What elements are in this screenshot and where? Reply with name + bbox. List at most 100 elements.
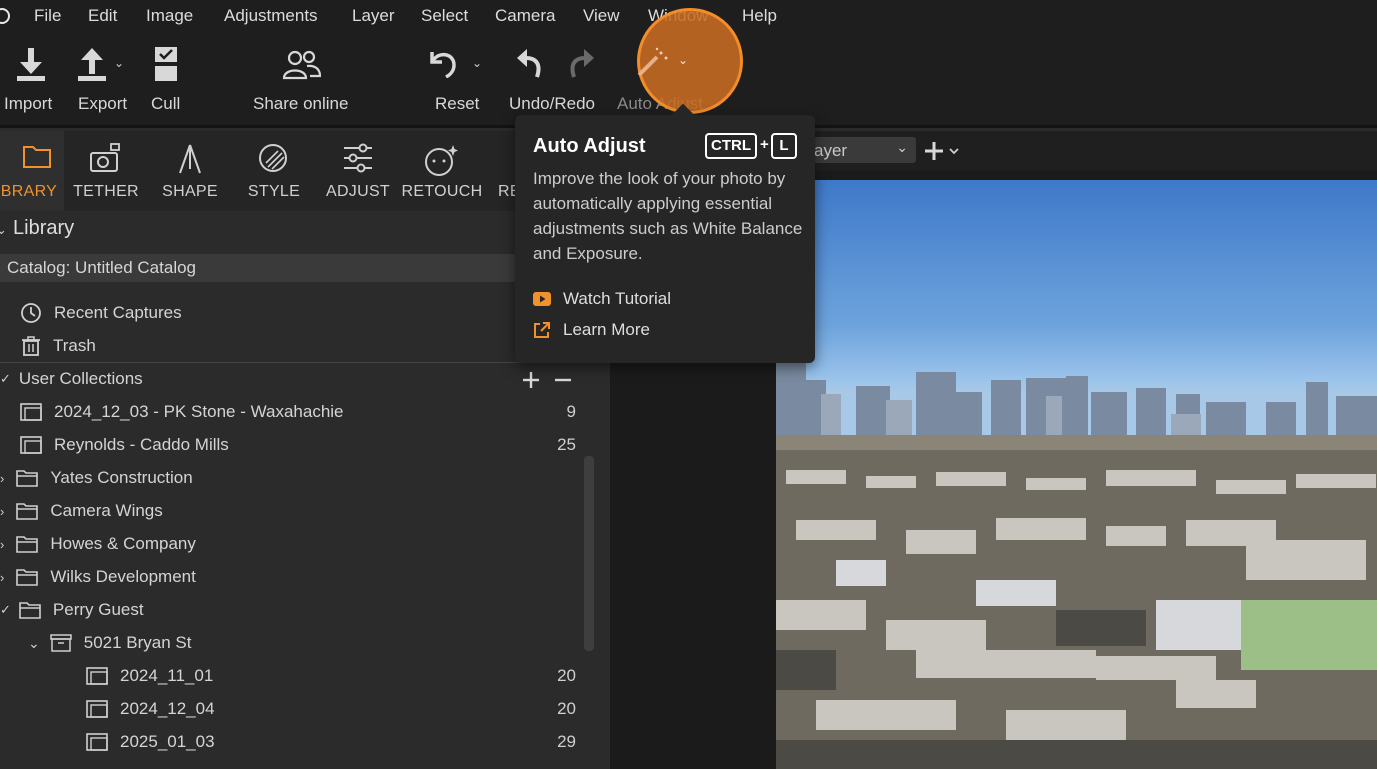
watch-tutorial-label: Watch Tutorial: [563, 289, 672, 308]
auto-adjust-button[interactable]: ⌄: [637, 8, 743, 114]
expand-chevron-down-icon[interactable]: ✓: [0, 602, 11, 618]
menu-layer[interactable]: Layer: [352, 6, 395, 26]
export-chevron-down-icon[interactable]: ⌄: [114, 56, 124, 70]
menu-image[interactable]: Image: [146, 6, 193, 26]
list-item[interactable]: 2025_01_03: [86, 727, 215, 757]
share-online-label: Share online: [253, 94, 349, 113]
external-link-icon: [534, 322, 550, 338]
list-item[interactable]: ⌄ 5021 Bryan St: [28, 628, 191, 658]
shortcut-plus: +: [760, 136, 769, 153]
list-item[interactable]: 2024_11_01: [86, 661, 213, 691]
layer-select[interactable]: ayer ⌄: [800, 137, 916, 163]
photo-preview: [776, 180, 1377, 769]
expand-chevron-right-icon[interactable]: ›: [0, 504, 4, 519]
tooltip-title: Auto Adjust: [533, 135, 646, 157]
tab-adjust-label: ADJUST: [325, 183, 391, 200]
recent-captures-label: Recent Captures: [54, 303, 182, 322]
folder-icon: [23, 146, 51, 168]
list-item[interactable]: Reynolds - Caddo Mills: [20, 430, 229, 460]
list-item-label: 2024_12_03 - PK Stone - Waxahachie: [54, 402, 344, 421]
layer-select-chevron-icon: ⌄: [896, 139, 908, 155]
layer-select-value: ayer: [814, 141, 848, 160]
expand-chevron-right-icon[interactable]: ›: [0, 537, 4, 552]
trash-label: Trash: [53, 336, 96, 355]
list-item-label: Camera Wings: [50, 501, 163, 520]
list-item[interactable]: › Camera Wings: [0, 496, 163, 526]
tab-style[interactable]: STYLE: [232, 131, 316, 211]
watch-tutorial-link[interactable]: Watch Tutorial: [533, 289, 671, 309]
catalog-selector[interactable]: Catalog: Untitled Catalog: [0, 254, 540, 282]
tab-shape[interactable]: SHAPE: [148, 131, 232, 211]
tab-shape-label: SHAPE: [162, 183, 218, 200]
menu-file[interactable]: File: [34, 6, 61, 26]
undo-redo-label: Undo/Redo: [509, 94, 596, 113]
expand-chevron-down-icon[interactable]: ⌄: [28, 635, 40, 652]
menu-edit[interactable]: Edit: [88, 6, 117, 26]
add-layer-icon[interactable]: [924, 141, 964, 161]
city-skyline-image: [776, 362, 1377, 769]
list-item[interactable]: › Yates Construction: [0, 463, 193, 493]
list-item[interactable]: ✓ Perry Guest: [0, 595, 144, 625]
tab-tether[interactable]: TETHER: [64, 131, 148, 211]
shape-icon: [179, 144, 201, 174]
list-item-count: 25: [557, 435, 576, 454]
auto-adjust-tooltip: Auto Adjust CTRL + L Improve the look of…: [515, 103, 815, 363]
user-collections-header[interactable]: ✓ User Collections: [0, 364, 143, 394]
folder-icon: [19, 602, 41, 619]
list-item-label: Perry Guest: [52, 600, 144, 619]
tab-adjust[interactable]: ADJUST: [316, 131, 400, 211]
cull-label: Cull: [151, 94, 181, 113]
auto-adjust-chevron-down-icon[interactable]: ⌄: [678, 53, 688, 67]
tab-library-label: LIBRARY: [0, 183, 58, 200]
expand-chevron-right-icon[interactable]: ›: [0, 471, 4, 486]
menu-adjustments[interactable]: Adjustments: [224, 6, 318, 26]
list-item-label: 5021 Bryan St: [83, 633, 192, 652]
list-item-label: 2024_12_04: [120, 699, 215, 718]
list-item-count: 20: [557, 666, 576, 685]
add-collection-icon[interactable]: [522, 371, 540, 389]
sliders-icon: [344, 143, 372, 173]
magic-wand-icon: [637, 47, 668, 77]
retouch-face-icon: [425, 145, 458, 176]
shortcut-key-l: L: [771, 133, 797, 159]
collection-icon: [86, 733, 108, 751]
menu-help[interactable]: Help: [742, 6, 777, 26]
menu-view[interactable]: View: [583, 6, 620, 26]
trash-item[interactable]: Trash: [21, 331, 96, 361]
list-item[interactable]: 2024_12_03 - PK Stone - Waxahachie: [20, 397, 344, 427]
tab-retouch[interactable]: RETOUCH: [400, 131, 484, 211]
tab-tether-label: TETHER: [73, 183, 139, 200]
menu-camera[interactable]: Camera: [495, 6, 555, 26]
collection-icon: [20, 403, 42, 421]
list-item-count: 9: [566, 402, 576, 421]
import-label: Import: [4, 94, 53, 113]
trash-icon: [22, 336, 40, 356]
list-item-label: Yates Construction: [50, 468, 193, 487]
export-label: Export: [78, 94, 128, 113]
learn-more-link[interactable]: Learn More: [533, 320, 650, 340]
menu-select[interactable]: Select: [421, 6, 468, 26]
remove-collection-icon[interactable]: [554, 371, 572, 389]
list-item-label: Reynolds - Caddo Mills: [54, 435, 229, 454]
shortcut-key-ctrl: CTRL: [705, 133, 757, 159]
tab-library[interactable]: LIBRARY: [0, 131, 64, 211]
collection-icon: [86, 667, 108, 685]
export-icon: [78, 48, 106, 81]
panel-scrollbar[interactable]: [584, 456, 594, 651]
list-item[interactable]: › Wilks Development: [0, 562, 196, 592]
reset-chevron-down-icon[interactable]: ⌄: [472, 56, 482, 70]
recent-captures-item[interactable]: Recent Captures: [20, 298, 182, 328]
library-collapse-chevron-icon[interactable]: ⌄: [0, 222, 7, 238]
list-item[interactable]: › Howes & Company: [0, 529, 196, 559]
list-item-count: 20: [557, 699, 576, 718]
list-item[interactable]: 2024_12_04: [86, 694, 215, 724]
redo-icon: [570, 49, 594, 78]
app-logo-icon[interactable]: [0, 8, 10, 24]
section-divider: [0, 362, 585, 363]
expand-chevron-right-icon[interactable]: ›: [0, 570, 4, 585]
list-item-label: 2024_11_01: [120, 666, 214, 685]
clock-icon: [21, 303, 41, 323]
camera-tether-icon: [90, 143, 120, 172]
cull-icon: [155, 47, 177, 81]
user-collections-chevron-icon: ✓: [0, 371, 11, 386]
